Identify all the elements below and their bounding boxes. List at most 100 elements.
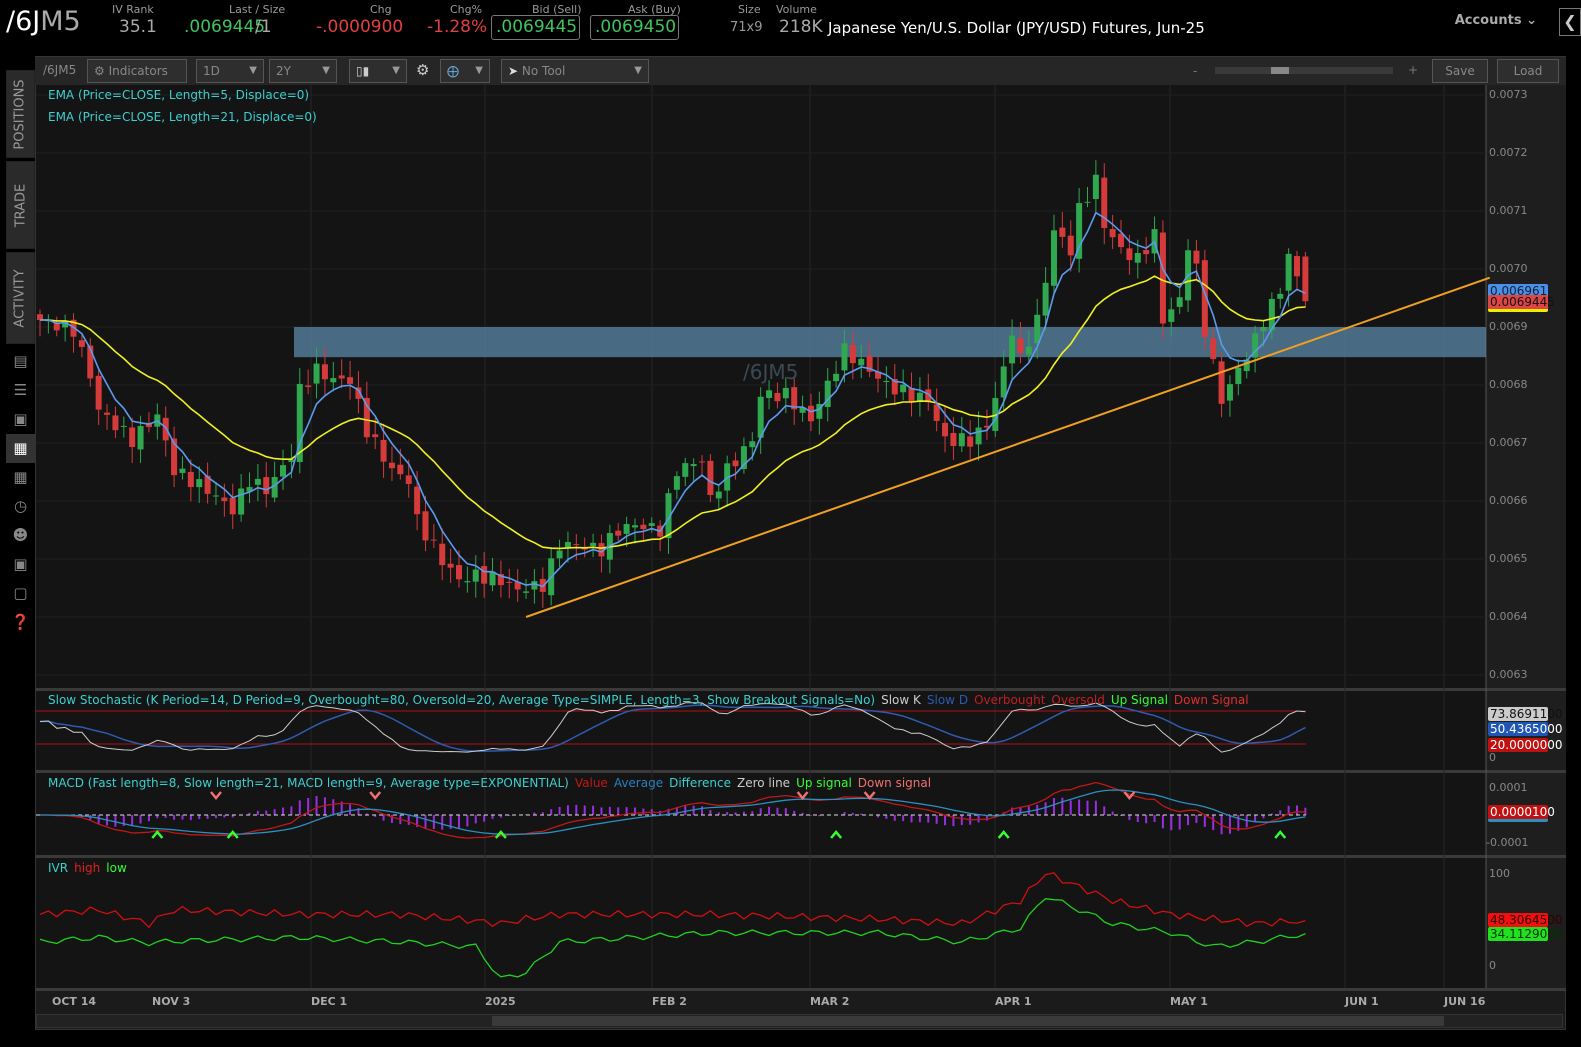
candle-down [439, 543, 446, 566]
candle-up [682, 463, 689, 477]
scrollbar-thumb[interactable] [492, 1016, 1444, 1026]
candle-up [623, 524, 630, 534]
candle-down [732, 460, 739, 467]
candle-up [179, 468, 186, 473]
candle-up [238, 488, 245, 515]
candle-up [120, 425, 127, 427]
candle-down [1294, 256, 1300, 277]
candle-up [673, 476, 680, 490]
date-axis-tick: OCT 14 [52, 995, 97, 1008]
panel-background [36, 85, 1486, 688]
candle-up [1226, 384, 1233, 401]
candle-down [1218, 361, 1225, 404]
price-axis-tick: 0.0068 [1489, 378, 1528, 391]
price-axis-tick: 0.0072 [1489, 146, 1528, 159]
ema5-label: EMA (Price=CLOSE, Length=5, Displace=0) [48, 88, 310, 102]
candle-up [648, 523, 655, 526]
candle-up [883, 380, 890, 383]
candle-down [430, 539, 437, 541]
chart-canvas[interactable] [0, 0, 1581, 1047]
candle-up [1176, 297, 1183, 307]
stochastic-label: Slow Stochastic (K Period=14, D Period=9… [48, 693, 1249, 707]
candle-up [766, 390, 773, 399]
legend-down-signal: Down signal [857, 776, 932, 790]
legend-slow-d: Slow D [926, 693, 969, 707]
candle-up [313, 363, 320, 384]
candle-down [229, 497, 236, 515]
candle-down [95, 375, 102, 410]
candle-down [950, 432, 957, 446]
candle-up [1260, 326, 1267, 332]
candle-down [942, 422, 949, 437]
candle-down [305, 385, 312, 388]
date-axis-tick: NOV 3 [152, 995, 191, 1008]
panel-background [36, 858, 1486, 988]
date-axis-tick: MAR 2 [810, 995, 850, 1008]
candle-up [330, 378, 337, 383]
candle-up [1000, 366, 1007, 398]
candle-up [590, 542, 597, 547]
macd-label: MACD (Fast length=8, Slow length=21, MAC… [48, 776, 931, 790]
candle-down [263, 477, 270, 495]
candle-down [1109, 228, 1116, 238]
candle-down [78, 340, 85, 347]
candle-down [506, 581, 513, 583]
candle-up [749, 441, 756, 448]
candle-down [104, 412, 111, 415]
candle-up [1092, 174, 1099, 200]
ivr-label: IVR high low [48, 861, 127, 875]
date-axis-tick: FEB 2 [652, 995, 687, 1008]
candle-down [321, 364, 328, 380]
candle-up [858, 358, 865, 366]
candle-up [900, 384, 907, 393]
candle-up [631, 525, 638, 528]
candle-up [1009, 335, 1016, 364]
price-axis-tick: 0.0069 [1489, 320, 1528, 333]
date-axis-tick: MAY 1 [1170, 995, 1208, 1008]
candle-down [1159, 232, 1166, 324]
ivr-high-tag: 48.3064500 [1488, 913, 1563, 927]
candle-down [422, 511, 429, 541]
ivr-title: IVR [48, 861, 69, 875]
price-axis-tick: 0.0066 [1489, 494, 1528, 507]
symbol-watermark: /6JM5 [743, 360, 799, 384]
slow-k-tag: 73.8691100 [1488, 707, 1563, 721]
candle-down [380, 439, 387, 462]
legend-up-signal: Up Signal [1110, 693, 1168, 707]
candle-down [37, 314, 43, 321]
candle-down [1067, 235, 1074, 256]
macd-params: MACD (Fast length=8, Slow length=21, MAC… [48, 776, 569, 790]
date-axis-tick: JUN 1 [1345, 995, 1379, 1008]
date-axis-tick: DEC 1 [311, 995, 348, 1008]
candle-down [388, 462, 395, 469]
oversold-tag: 20.0000000 [1488, 738, 1563, 752]
legend-down-signal: Down Signal [1173, 693, 1249, 707]
candle-down [1059, 227, 1066, 237]
candle-up [841, 343, 848, 371]
ema21-label: EMA (Price=CLOSE, Length=21, Displace=0) [48, 110, 317, 124]
candle-down [187, 471, 194, 488]
candle-down [481, 566, 488, 584]
horizontal-scrollbar[interactable] [36, 1014, 1563, 1028]
candle-down [363, 397, 370, 438]
price-axis-tick: 0.0070 [1489, 262, 1528, 275]
ivr-low-tag: 34.1129000 [1488, 927, 1563, 941]
date-axis-tick: 2025 [485, 995, 516, 1008]
price-axis-tick: 0.0064 [1489, 610, 1528, 623]
candle-down [112, 415, 119, 431]
candle-up [212, 495, 219, 497]
candle-up [196, 479, 203, 488]
last-price-tag: 0.0069445 [1488, 295, 1555, 312]
candle-up [690, 464, 697, 467]
candle-down [640, 524, 647, 530]
candle-up [1034, 314, 1041, 344]
date-axis-tick: JUN 16 [1444, 995, 1486, 1008]
candle-down [908, 387, 915, 402]
candle-down [456, 565, 462, 580]
legend-average: Average [613, 776, 664, 790]
slow-d-tag: 50.4365000 [1488, 722, 1563, 736]
candle-up [137, 425, 144, 450]
candle-up [1134, 253, 1141, 263]
candle-down [447, 563, 454, 568]
candle-up [1025, 346, 1032, 355]
